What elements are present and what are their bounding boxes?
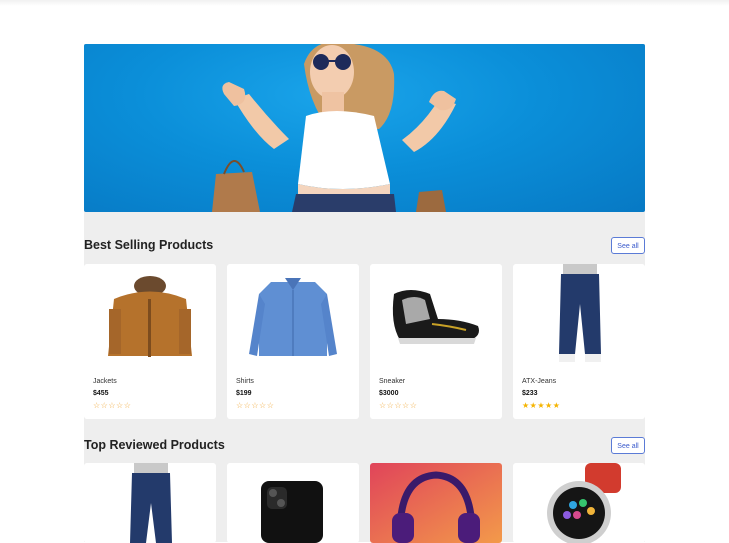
main-content: Best Selling Products See all Jackets $4… xyxy=(84,44,645,543)
product-price: $455 xyxy=(93,390,109,397)
best-selling-grid: Jackets $455 ☆☆☆☆☆ Shirts $199 ☆☆☆☆☆ Sne… xyxy=(84,264,645,419)
product-card-jackets[interactable]: Jackets $455 ☆☆☆☆☆ xyxy=(84,264,216,419)
smartphone-image xyxy=(261,481,323,543)
best-selling-see-all-button[interactable]: See all xyxy=(611,237,645,254)
product-name: Jackets xyxy=(93,378,117,385)
top-reviewed-see-all-button[interactable]: See all xyxy=(611,437,645,454)
rating-stars: ☆☆☆☆☆ xyxy=(236,401,275,410)
product-card-shirts[interactable]: Shirts $199 ☆☆☆☆☆ xyxy=(227,264,359,419)
smartwatch-image xyxy=(547,463,621,543)
sneaker-image xyxy=(392,290,479,344)
top-reviewed-grid xyxy=(84,463,645,543)
shirt-image xyxy=(249,278,337,356)
hero-banner[interactable] xyxy=(84,44,645,212)
rating-stars: ☆☆☆☆☆ xyxy=(379,401,418,410)
rating-stars: ★★★★★ xyxy=(522,401,561,410)
hero-illustration xyxy=(212,44,456,212)
best-selling-title: Best Selling Products xyxy=(84,238,214,252)
top-reviewed-title: Top Reviewed Products xyxy=(84,438,225,452)
top-bar xyxy=(0,0,729,6)
jeans-image xyxy=(559,264,601,362)
product-name: ATX-Jeans xyxy=(522,378,557,385)
product-card[interactable] xyxy=(370,463,502,543)
jeans-image xyxy=(130,463,172,543)
product-card-atx-jeans[interactable]: ATX-Jeans $233 ★★★★★ xyxy=(513,264,645,419)
product-price: $199 xyxy=(236,390,252,397)
product-card-sneaker[interactable]: Sneaker $3000 ☆☆☆☆☆ xyxy=(370,264,502,419)
product-name: Sneaker xyxy=(379,378,406,385)
product-card[interactable] xyxy=(84,463,216,543)
jacket-image xyxy=(108,276,192,357)
product-price: $3000 xyxy=(379,390,399,397)
product-card[interactable] xyxy=(227,463,359,543)
product-name: Shirts xyxy=(236,378,254,385)
headphones-image xyxy=(370,463,502,543)
product-price: $233 xyxy=(522,390,538,397)
rating-stars: ☆☆☆☆☆ xyxy=(93,401,132,410)
product-card[interactable] xyxy=(513,463,645,543)
